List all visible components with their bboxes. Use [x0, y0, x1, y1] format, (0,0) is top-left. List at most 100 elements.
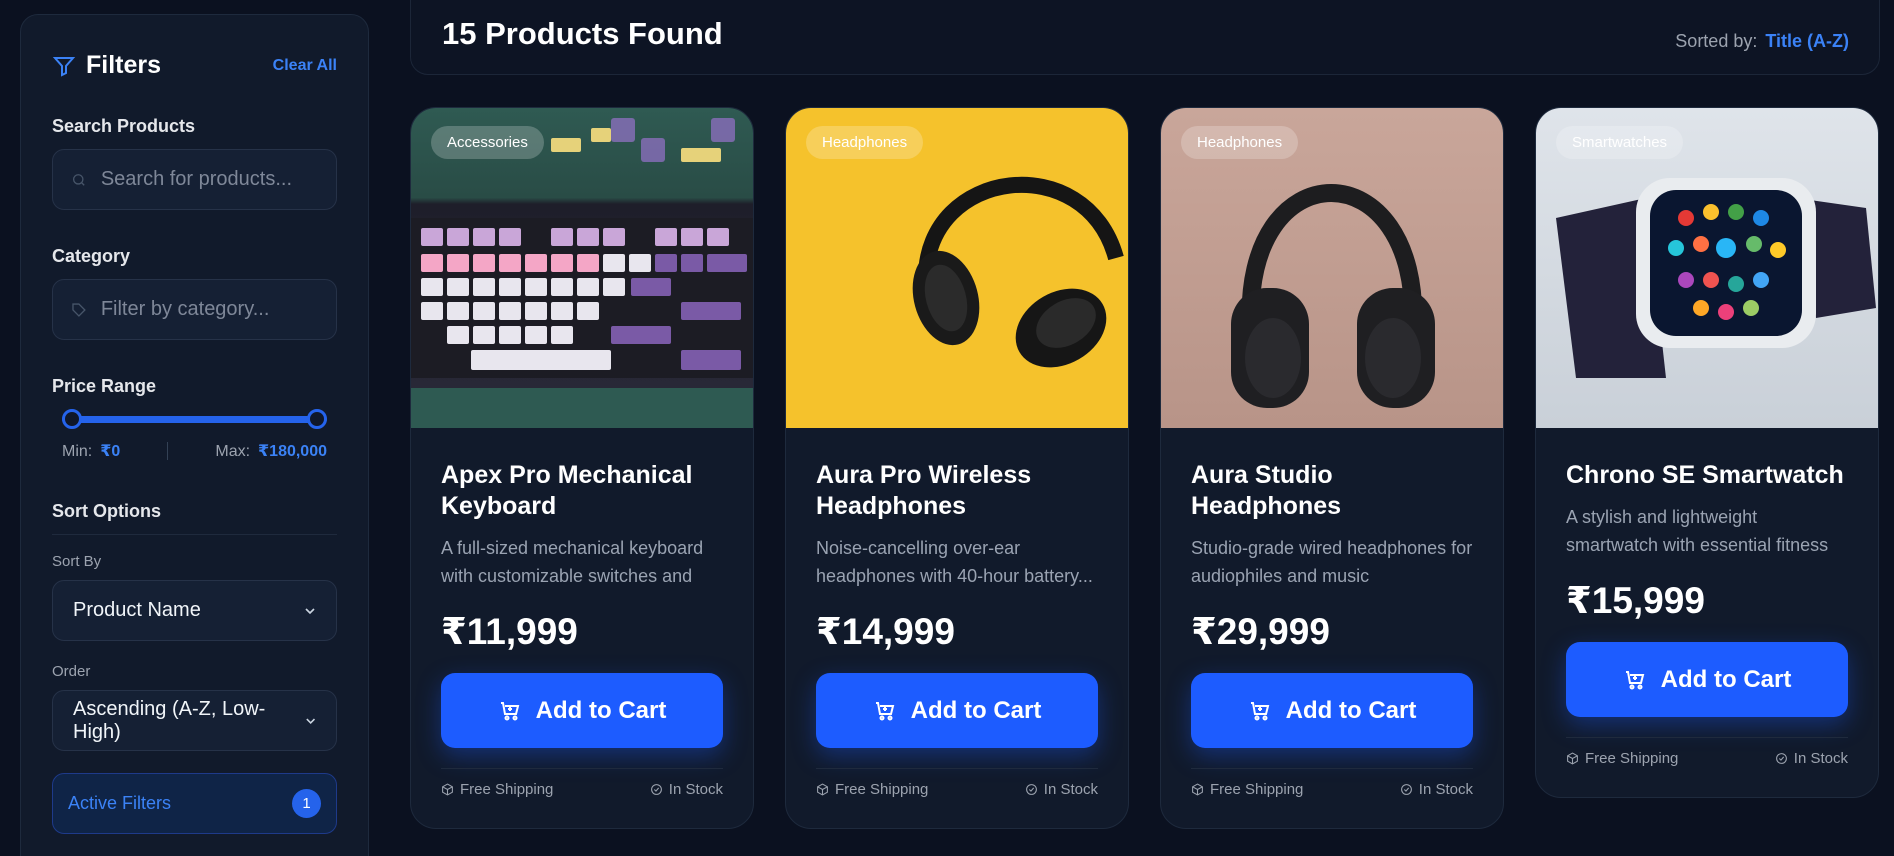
sort-options-heading: Sort Options: [52, 501, 337, 535]
box-icon: [817, 783, 828, 796]
filters-title-group: Filters: [52, 51, 161, 80]
sorted-by-value[interactable]: Title (A-Z): [1765, 31, 1849, 51]
price-readout: Min: ₹0 Max: ₹180,000: [52, 441, 337, 461]
tag-icon: [72, 302, 86, 317]
product-details: Aura Studio Headphones Studio-grade wire…: [1161, 428, 1503, 828]
stock-label: In Stock: [1418, 781, 1473, 798]
stock-info: In Stock: [1025, 781, 1098, 798]
chevron-down-icon: [305, 718, 315, 724]
add-to-cart-button[interactable]: Add to Cart: [441, 673, 723, 748]
cart-icon: [500, 701, 519, 720]
max-price-value: ₹180,000: [258, 443, 327, 460]
add-to-cart-label: Add to Cart: [1285, 696, 1417, 724]
box-icon: [1567, 752, 1578, 765]
search-icon: [72, 173, 85, 186]
sort-by-select[interactable]: Product Name: [52, 580, 337, 641]
category-label: Category: [52, 246, 131, 266]
shipping-label: Free Shipping: [460, 781, 554, 798]
product-image[interactable]: Headphones: [786, 108, 1128, 428]
check-circle-icon: [650, 784, 662, 795]
category-badge: Headphones: [1181, 126, 1299, 159]
slider-min-handle[interactable]: [62, 409, 82, 429]
min-price-group: Min: ₹0: [62, 441, 120, 461]
product-image[interactable]: Headphones: [1161, 108, 1503, 428]
stock-label: In Stock: [668, 781, 723, 798]
active-filters-panel[interactable]: Active Filters 1: [52, 773, 337, 834]
product-price: ₹11,999: [441, 611, 578, 652]
product-meta: Free Shipping In Stock: [441, 768, 723, 798]
product-meta: Free Shipping In Stock: [1566, 737, 1848, 767]
product-image[interactable]: Accessories: [411, 108, 753, 428]
cart-icon: [875, 701, 894, 720]
stock-info: In Stock: [1400, 781, 1473, 798]
results-header: 15 Products Found Sorted by: Title (A-Z): [410, 0, 1880, 75]
product-name[interactable]: Apex Pro Mechanical Keyboard: [441, 460, 723, 522]
category-input[interactable]: [100, 298, 318, 321]
product-card[interactable]: Accessories Apex Pro Mechanical Keyboard…: [410, 107, 754, 829]
slider-max-handle[interactable]: [307, 409, 327, 429]
search-label: Search Products: [52, 116, 196, 136]
product-price: ₹29,999: [1191, 611, 1330, 652]
check-circle-icon: [1775, 753, 1787, 764]
shipping-label: Free Shipping: [1210, 781, 1304, 798]
check-circle-icon: [1025, 784, 1037, 795]
product-price: ₹15,999: [1566, 580, 1705, 621]
shipping-info: Free Shipping: [441, 781, 553, 798]
product-description: A stylish and lightweight smartwatch wit…: [1566, 507, 1829, 555]
product-description: A full-sized mechanical keyboard with cu…: [441, 538, 704, 586]
sorted-by-indicator: Sorted by: Title (A-Z): [1675, 31, 1849, 52]
product-card[interactable]: Headphones Aura Pro Wireless Headphones …: [785, 107, 1129, 829]
product-name[interactable]: Aura Studio Headphones: [1191, 460, 1473, 522]
filters-sidebar: Filters Clear All Search Products Catego…: [20, 14, 369, 856]
min-price-value: ₹0: [100, 443, 121, 460]
stock-label: In Stock: [1043, 781, 1098, 798]
order-label: Order: [52, 663, 91, 680]
add-to-cart-button[interactable]: Add to Cart: [816, 673, 1098, 748]
product-details: Apex Pro Mechanical Keyboard A full-size…: [411, 428, 753, 828]
search-field[interactable]: [52, 149, 337, 210]
filters-title: Filters: [86, 51, 162, 79]
product-card[interactable]: Headphones Aura Studio Headphones Studio…: [1160, 107, 1504, 829]
add-to-cart-button[interactable]: Add to Cart: [1566, 642, 1848, 717]
add-to-cart-label: Add to Cart: [535, 696, 667, 724]
product-meta: Free Shipping In Stock: [816, 768, 1098, 798]
shipping-label: Free Shipping: [835, 781, 929, 798]
price-range-slider[interactable]: [62, 409, 327, 429]
sorted-by-label: Sorted by:: [1675, 31, 1758, 51]
product-description: Studio-grade wired headphones for audiop…: [1191, 538, 1473, 586]
stock-label: In Stock: [1793, 750, 1848, 767]
product-description: Noise-cancelling over-ear headphones wit…: [816, 538, 1093, 586]
product-card[interactable]: Smartwatches Chrono SE Smartwatch A styl…: [1535, 107, 1879, 798]
shipping-info: Free Shipping: [1566, 750, 1678, 767]
filter-icon: [52, 56, 76, 77]
min-label: Min:: [62, 443, 93, 460]
chevron-down-icon: [305, 607, 315, 614]
box-icon: [1192, 783, 1203, 796]
order-value: Ascending (A-Z, Low-High): [73, 697, 266, 743]
price-divider: [167, 442, 169, 460]
sort-by-label: Sort By: [52, 553, 102, 570]
product-price: ₹14,999: [816, 611, 955, 652]
stock-info: In Stock: [650, 781, 723, 798]
product-name[interactable]: Chrono SE Smartwatch: [1566, 460, 1848, 491]
cart-icon: [1250, 701, 1269, 720]
shipping-info: Free Shipping: [816, 781, 928, 798]
check-circle-icon: [1400, 784, 1412, 795]
results-count-title: 15 Products Found: [442, 16, 723, 51]
search-input[interactable]: [100, 168, 318, 191]
product-details: Aura Pro Wireless Headphones Noise-cance…: [786, 428, 1128, 828]
slider-fill: [72, 416, 317, 423]
active-filters-count-badge: 1: [292, 789, 321, 818]
box-icon: [442, 783, 453, 796]
product-name[interactable]: Aura Pro Wireless Headphones: [816, 460, 1098, 522]
add-to-cart-label: Add to Cart: [910, 696, 1042, 724]
category-badge: Smartwatches: [1556, 126, 1684, 159]
max-label: Max:: [215, 443, 251, 460]
product-image[interactable]: Smartwatches: [1536, 108, 1878, 428]
max-price-group: Max: ₹180,000: [215, 441, 327, 461]
add-to-cart-button[interactable]: Add to Cart: [1191, 673, 1473, 748]
order-select[interactable]: Ascending (A-Z, Low-High): [52, 690, 337, 751]
category-field[interactable]: [52, 279, 337, 340]
product-details: Chrono SE Smartwatch A stylish and light…: [1536, 428, 1878, 797]
clear-all-button[interactable]: Clear All: [273, 57, 337, 75]
